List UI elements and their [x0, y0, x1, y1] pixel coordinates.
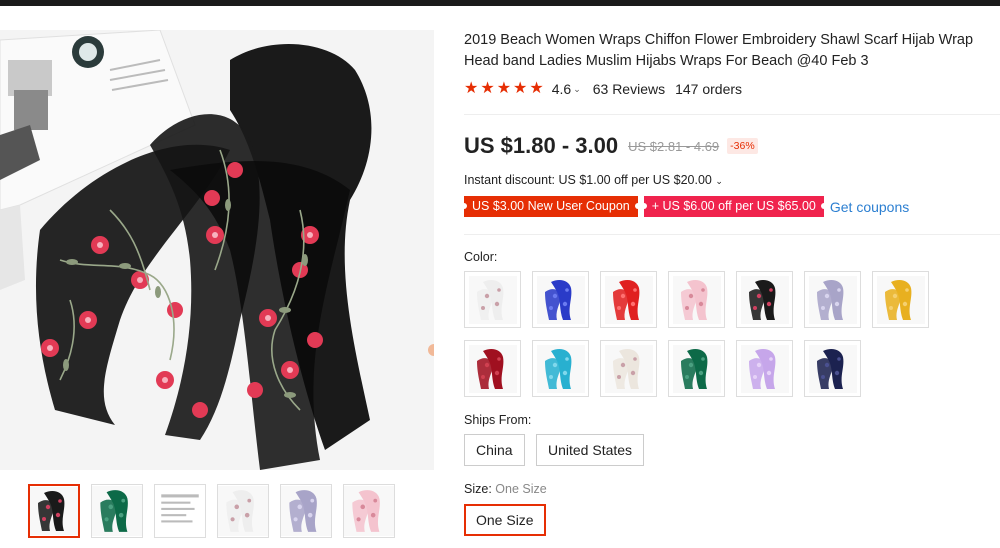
- ships-from-china[interactable]: China: [464, 434, 525, 466]
- size-one-size[interactable]: One Size: [464, 504, 546, 536]
- ships-from-label: Ships From:: [464, 413, 532, 427]
- color-swatch-burgundy[interactable]: [464, 340, 521, 397]
- scarf-swatch-image: [604, 344, 653, 393]
- color-swatch-lilac[interactable]: [736, 340, 793, 397]
- scarf-swatch-image: [604, 275, 653, 324]
- scarf-swatch-image: [536, 344, 585, 393]
- rating-value[interactable]: 4.6: [552, 81, 571, 97]
- instant-discount[interactable]: Instant discount: US $1.00 off per US $2…: [464, 173, 723, 187]
- color-swatch-light-pink[interactable]: [668, 271, 725, 328]
- ships-from-united-states[interactable]: United States: [536, 434, 645, 466]
- thumbnail-lavender-grey[interactable]: [280, 484, 332, 538]
- rating-row: ★ ★ ★ ★ ★ 4.6 ⌄ 63 Reviews 147 orders: [464, 80, 752, 98]
- get-coupons-link[interactable]: Get coupons: [830, 199, 909, 215]
- thumbnail-light-pink[interactable]: [343, 484, 395, 538]
- price: US $1.80 - 3.00: [464, 133, 619, 158]
- thumbnail-black[interactable]: [28, 484, 80, 538]
- thumbnail-size-chart[interactable]: [154, 484, 206, 538]
- product-title: 2019 Beach Women Wraps Chiffon Flower Em…: [464, 32, 974, 69]
- scarf-illustration: [0, 30, 434, 470]
- thumbnail-image: [92, 486, 142, 536]
- size-label: Size:: [464, 482, 492, 496]
- color-swatch-red[interactable]: [600, 271, 657, 328]
- scarf-swatch-image: [468, 344, 517, 393]
- color-label: Color:: [464, 250, 498, 264]
- new-user-coupon[interactable]: US $3.00 New User Coupon: [461, 196, 641, 217]
- thumbnail-image: [344, 486, 394, 536]
- discount-badge: -36%: [727, 138, 758, 154]
- scarf-swatch-image: [740, 275, 789, 324]
- orders-count: 147 orders: [675, 81, 743, 97]
- color-swatch-turquoise[interactable]: [532, 340, 589, 397]
- color-swatch-mustard[interactable]: [872, 271, 929, 328]
- product-info: 2019 Beach Women Wraps Chiffon Flower Em…: [461, 30, 1000, 536]
- color-swatch-white[interactable]: [464, 271, 521, 328]
- coupon-row: US $3.00 New User Coupon + US $6.00 off …: [461, 196, 909, 217]
- color-swatch-navy[interactable]: [804, 340, 861, 397]
- reviews-link[interactable]: 63 Reviews: [593, 81, 665, 97]
- chevron-down-icon[interactable]: ⌄: [573, 84, 581, 95]
- top-bar: [0, 0, 1000, 6]
- scarf-swatch-image: [672, 275, 721, 324]
- scarf-swatch-image: [672, 344, 721, 393]
- thumbnail-image: [155, 486, 205, 536]
- scarf-swatch-image: [808, 344, 857, 393]
- main-product-image[interactable]: [0, 30, 434, 470]
- color-swatch-lavender-grey[interactable]: [804, 271, 861, 328]
- chevron-down-icon: ⌄: [715, 176, 723, 186]
- divider: [464, 114, 1000, 115]
- thumbnail-image: [30, 487, 78, 535]
- star-icon: ★: [496, 80, 512, 97]
- scarf-swatch-image: [876, 275, 925, 324]
- scarf-swatch-image: [808, 275, 857, 324]
- size-label-row: Size: One Size: [464, 482, 547, 496]
- scarf-swatch-image: [536, 275, 585, 324]
- star-rating: ★ ★ ★ ★ ★: [464, 81, 544, 97]
- color-swatch-royal-blue[interactable]: [532, 271, 589, 328]
- color-swatch-dark-green[interactable]: [668, 340, 725, 397]
- thumbnail-image: [218, 486, 268, 536]
- thumbnail-white[interactable]: [217, 484, 269, 538]
- star-icon: ★: [529, 80, 544, 97]
- star-icon: ★: [464, 80, 479, 97]
- color-swatch-ivory[interactable]: [600, 340, 657, 397]
- star-icon: ★: [480, 80, 495, 97]
- scarf-swatch-image: [468, 275, 517, 324]
- thumbnail-image: [281, 486, 331, 536]
- size-selected-value: One Size: [495, 482, 547, 496]
- thumbnail-dark-green[interactable]: [91, 484, 143, 538]
- original-price: US $2.81 - 4.69: [628, 138, 720, 154]
- color-swatch-black[interactable]: [736, 271, 793, 328]
- scarf-swatch-image: [740, 344, 789, 393]
- divider: [464, 234, 1000, 235]
- instant-discount-text: Instant discount: US $1.00 off per US $2…: [464, 173, 712, 187]
- store-coupon[interactable]: + US $6.00 off per US $65.00: [640, 196, 827, 217]
- price-row: US $1.80 - 3.00 US $2.81 - 4.69 -36%: [464, 133, 758, 159]
- star-icon: ★: [513, 80, 528, 97]
